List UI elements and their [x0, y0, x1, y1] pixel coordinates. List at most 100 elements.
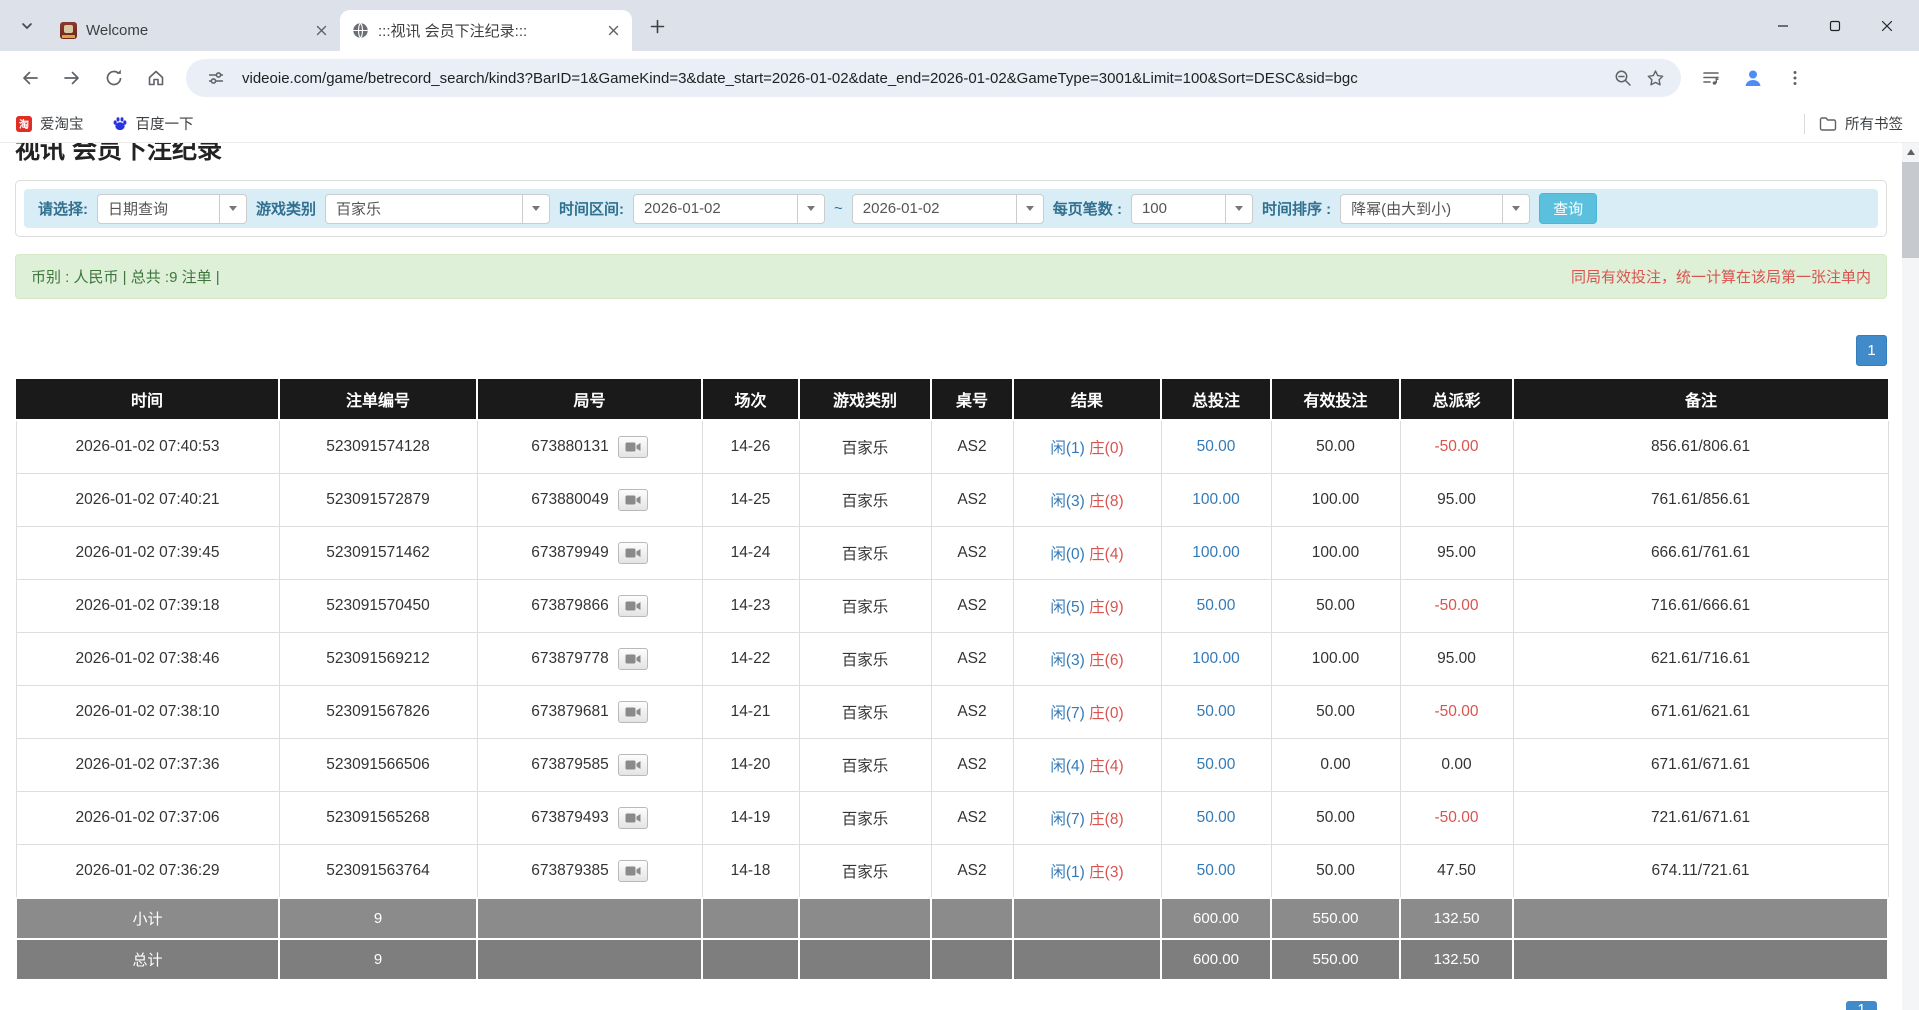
round-replay-button[interactable] — [618, 436, 648, 458]
result-player: 闲(7) — [1050, 705, 1084, 722]
cell-bet-id: 523091574128 — [279, 420, 477, 474]
scrollbar-thumb[interactable] — [1902, 162, 1919, 258]
round-number: 673880049 — [531, 491, 609, 509]
column-header: 桌号 — [931, 379, 1013, 420]
cell-bet-id: 523091565268 — [279, 792, 477, 845]
round-replay-button[interactable] — [618, 489, 648, 511]
cell-table-no: AS2 — [931, 420, 1013, 474]
caret-down-icon — [797, 195, 824, 223]
cell-bet-id: 523091563764 — [279, 845, 477, 899]
tab-search-button[interactable] — [10, 9, 44, 43]
game-kind-value: 百家乐 — [326, 198, 522, 219]
tab-close-icon[interactable] — [310, 20, 332, 42]
scrollbar-up-arrow[interactable] — [1902, 143, 1919, 161]
total-bet-link[interactable]: 100.00 — [1192, 544, 1239, 561]
result-player: 闲(0) — [1050, 546, 1084, 563]
cell-valid-bet: 100.00 — [1271, 474, 1400, 527]
round-number: 673879681 — [531, 703, 609, 721]
page-1-button[interactable]: 1 — [1856, 335, 1887, 366]
cell-game-kind: 百家乐 — [799, 420, 931, 474]
menu-kebab-icon[interactable] — [1775, 58, 1815, 98]
bottom-page-1-button[interactable]: 1 — [1846, 1001, 1877, 1010]
cell-game-kind: 百家乐 — [799, 633, 931, 686]
valid-bet-notice: 同局有效投注，统一计算在该局第一张注单内 — [1571, 266, 1871, 287]
date-start-value: 2026-01-02 — [634, 200, 797, 217]
bet-records-table: 时间注单编号局号场次游戏类别桌号结果总投注有效投注总派彩备注 2026-01-0… — [15, 379, 1889, 981]
round-replay-button[interactable] — [618, 595, 648, 617]
round-replay-button[interactable] — [618, 807, 648, 829]
cell-result: 闲(3) 庄(8) — [1013, 474, 1161, 527]
page-size-label: 每页笔数 : — [1053, 198, 1122, 219]
total-bet-link[interactable]: 100.00 — [1192, 650, 1239, 667]
bookmark-label: 百度一下 — [136, 113, 194, 134]
query-type-select[interactable]: 日期查询 — [97, 194, 247, 224]
cell-game-kind: 百家乐 — [799, 739, 931, 792]
tab-title: :::视讯 会员下注纪录::: — [378, 20, 602, 41]
round-replay-button[interactable] — [618, 648, 648, 670]
total-bet-link[interactable]: 50.00 — [1197, 597, 1236, 614]
cell-bet-id: 523091570450 — [279, 580, 477, 633]
reload-button[interactable] — [94, 58, 134, 98]
cell-round-id: 673879778 — [477, 633, 702, 686]
tab-close-icon[interactable] — [602, 20, 624, 42]
url-text[interactable]: videoie.com/game/betrecord_search/kind3?… — [242, 70, 1607, 87]
bookmark-taobao[interactable]: 淘 爱淘宝 — [16, 113, 84, 134]
all-bookmarks-button[interactable]: 所有书签 — [1819, 113, 1903, 134]
sort-select[interactable]: 降幂(由大到小) — [1340, 194, 1530, 224]
site-info-icon[interactable] — [200, 62, 232, 94]
date-start-select[interactable]: 2026-01-02 — [633, 194, 825, 224]
tab-betrecord[interactable]: :::视讯 会员下注纪录::: — [340, 10, 632, 51]
search-button[interactable]: 查询 — [1539, 193, 1597, 224]
sort-label: 时间排序 : — [1262, 198, 1331, 219]
media-controls-icon[interactable] — [1691, 58, 1731, 98]
total-bet-link[interactable]: 50.00 — [1197, 809, 1236, 826]
back-button[interactable] — [10, 58, 50, 98]
game-kind-select[interactable]: 百家乐 — [325, 194, 550, 224]
result-player: 闲(3) — [1050, 652, 1084, 669]
round-replay-button[interactable] — [618, 542, 648, 564]
arrow-left-icon — [20, 68, 40, 88]
profile-avatar[interactable] — [1733, 58, 1773, 98]
maximize-button[interactable] — [1809, 0, 1861, 51]
date-end-select[interactable]: 2026-01-02 — [852, 194, 1044, 224]
round-replay-button[interactable] — [618, 860, 648, 882]
round-replay-button[interactable] — [618, 754, 648, 776]
column-header: 注单编号 — [279, 379, 477, 420]
total-total-bet: 600.00 — [1161, 939, 1271, 980]
page-size-select[interactable]: 100 — [1131, 194, 1253, 224]
minimize-button[interactable] — [1757, 0, 1809, 51]
url-bar[interactable]: videoie.com/game/betrecord_search/kind3?… — [186, 59, 1681, 97]
column-header: 游戏类别 — [799, 379, 931, 420]
column-header: 总投注 — [1161, 379, 1271, 420]
currency-summary: 币别 : 人民币 | 总共 :9 注单 | — [31, 266, 220, 287]
total-bet-link[interactable]: 50.00 — [1197, 756, 1236, 773]
total-bet-link[interactable]: 50.00 — [1197, 703, 1236, 720]
zoom-icon[interactable] — [1607, 62, 1639, 94]
total-bet-link[interactable]: 50.00 — [1197, 438, 1236, 455]
round-replay-button[interactable] — [618, 701, 648, 723]
home-button[interactable] — [136, 58, 176, 98]
page-scrollbar[interactable] — [1902, 143, 1919, 1010]
cell-remark: 671.61/621.61 — [1513, 686, 1888, 739]
bookmark-baidu[interactable]: 百度一下 — [112, 113, 194, 134]
cell-valid-bet: 50.00 — [1271, 686, 1400, 739]
tab-welcome[interactable]: Welcome — [48, 10, 340, 51]
cell-result: 闲(5) 庄(9) — [1013, 580, 1161, 633]
round-number: 673879866 — [531, 597, 609, 615]
cell-round-id: 673879493 — [477, 792, 702, 845]
total-bet-link[interactable]: 100.00 — [1192, 491, 1239, 508]
result-player: 闲(3) — [1050, 493, 1084, 510]
video-camera-icon — [625, 706, 641, 718]
cell-remark: 671.61/671.61 — [1513, 739, 1888, 792]
forward-button[interactable] — [52, 58, 92, 98]
subtotal-count: 9 — [279, 898, 477, 939]
video-camera-icon — [625, 812, 641, 824]
cell-time: 2026-01-02 07:40:21 — [16, 474, 279, 527]
new-tab-button[interactable] — [640, 9, 674, 43]
cell-total-bet: 50.00 — [1161, 792, 1271, 845]
result-player: 闲(1) — [1050, 440, 1084, 457]
close-button[interactable] — [1861, 0, 1913, 51]
total-bet-link[interactable]: 50.00 — [1197, 862, 1236, 879]
bookmark-star-icon[interactable] — [1639, 62, 1671, 94]
round-number: 673879493 — [531, 809, 609, 827]
